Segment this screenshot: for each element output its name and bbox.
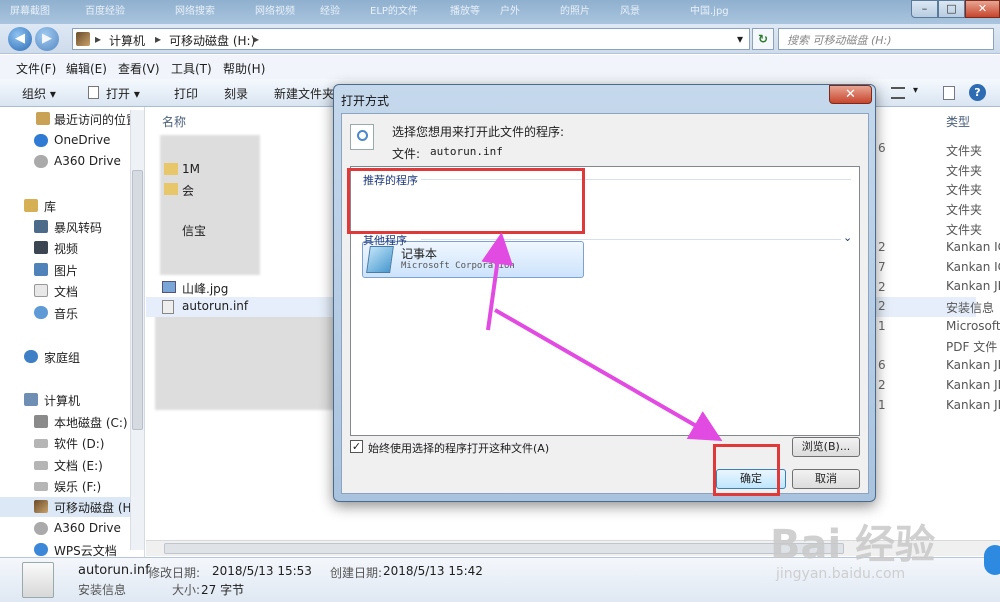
watermark-url: jingyan.baidu.com (776, 566, 906, 582)
baidu-watermark: Bai 经验 jingyan.baidu.com (770, 512, 1000, 582)
arrow-to-notepad (481, 232, 514, 331)
watermark-brand: Bai 经验 (770, 522, 936, 568)
floating-app-icon[interactable] (984, 545, 1000, 575)
arrow-to-ok (494, 308, 723, 441)
